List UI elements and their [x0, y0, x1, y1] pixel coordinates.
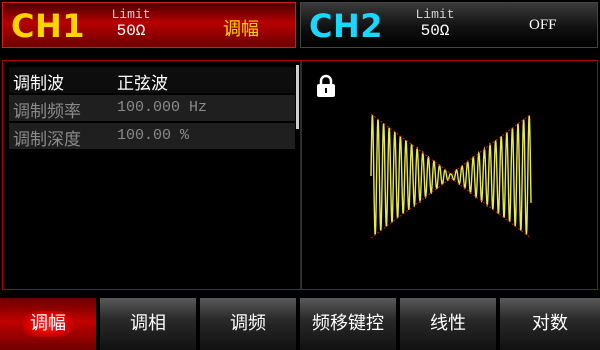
param-value[interactable]: 正弦波 — [117, 69, 168, 94]
param-row-modulation-frequency[interactable]: 调制频率 100.000 Hz — [9, 95, 295, 122]
param-label: 调制波 — [13, 74, 64, 94]
param-row-modulation-depth[interactable]: 调制深度 100.00 % — [9, 123, 295, 150]
ch2-label: CH2 — [309, 7, 384, 45]
ch1-label: CH1 — [11, 7, 86, 45]
param-label: 调制频率 — [13, 102, 81, 122]
ch1-mode: 调幅 — [223, 19, 259, 40]
channel-header: CH1 Limit 50Ω 调幅 CH2 Limit 50Ω OFF — [0, 0, 600, 50]
envelope-lower — [370, 177, 532, 239]
param-row-modulation-wave[interactable]: 调制波 正弦波 — [9, 67, 295, 94]
ch1-limit-key: Limit — [111, 7, 151, 22]
modulation-panel: 调制波 正弦波 调制频率 100.000 Hz 调制深度 100.00 % — [2, 60, 598, 290]
parameter-list: 调制波 正弦波 调制频率 100.000 Hz 调制深度 100.00 % — [9, 67, 295, 151]
menu-fm[interactable]: 调频 — [200, 298, 298, 350]
ch2-limit-value: 50Ω — [420, 22, 450, 40]
ch2-limit-key: Limit — [415, 7, 455, 22]
ch2-limit: Limit 50Ω — [395, 7, 475, 39]
softkey-menu: 调幅 调相 调频 频移键控 线性 对数 — [0, 298, 600, 350]
menu-fsk[interactable]: 频移键控 — [300, 298, 398, 350]
param-value[interactable]: 100.00 % — [117, 127, 189, 144]
ch1-limit-value: 50Ω — [116, 22, 146, 40]
param-scrollbar[interactable] — [296, 65, 299, 129]
ch1-panel[interactable]: CH1 Limit 50Ω 调幅 — [2, 2, 296, 48]
carrier-waveform — [370, 114, 532, 235]
ch2-mode: OFF — [529, 17, 557, 33]
menu-am[interactable]: 调幅 — [0, 298, 98, 350]
menu-am-label: 调幅 — [22, 311, 74, 337]
param-value[interactable]: 100.000 Hz — [117, 99, 207, 116]
ch2-panel[interactable]: CH2 Limit 50Ω OFF — [300, 2, 598, 48]
menu-linear[interactable]: 线性 — [400, 298, 498, 350]
menu-pm[interactable]: 调相 — [100, 298, 198, 350]
ch1-limit: Limit 50Ω — [91, 7, 171, 39]
am-waveform-preview — [370, 113, 532, 239]
panel-divider — [300, 61, 302, 289]
menu-log[interactable]: 对数 — [500, 298, 600, 350]
param-label: 调制深度 — [13, 130, 81, 150]
